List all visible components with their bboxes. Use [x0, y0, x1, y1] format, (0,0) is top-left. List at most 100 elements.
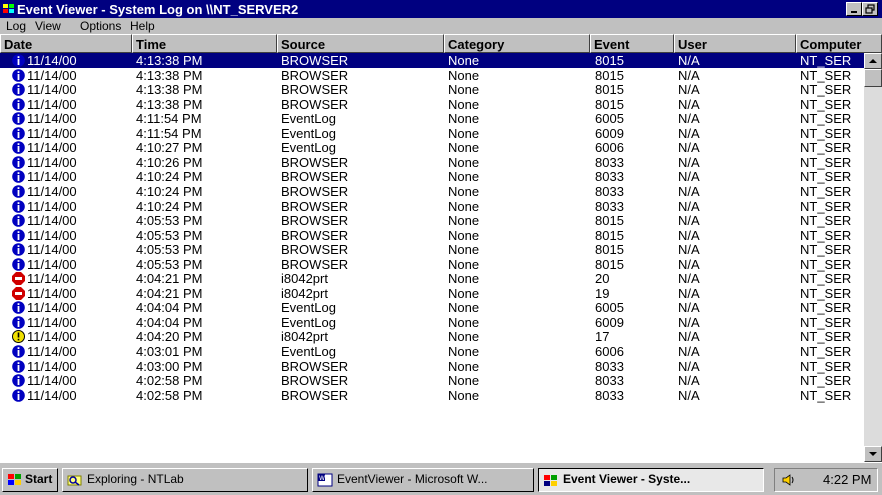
table-row[interactable]: 11/14/00 4:04:04 PM EventLog None 6005 N/A NT_… — [0, 300, 864, 315]
cell-event: 8015 — [595, 53, 624, 68]
cell-source: BROWSER — [281, 154, 349, 170]
table-row[interactable]: 11/14/00 4:13:38 PM BROWSER None 8015 N/A NT_S… — [0, 68, 864, 83]
clock[interactable]: 4:22 PM — [823, 470, 871, 490]
cell-date: 11/14/00 — [27, 256, 77, 272]
taskbar-exploring[interactable]: Exploring - NTLab — [62, 468, 308, 492]
cell-time: 4:11:54 PM — [136, 125, 202, 141]
column-source[interactable]: Source — [277, 34, 444, 53]
info-icon — [12, 388, 25, 402]
event-viewer-app-icon — [3, 4, 14, 13]
cell-source: BROWSER — [281, 169, 349, 185]
cell-date: 11/14/00 — [27, 154, 77, 170]
table-row[interactable]: 11/14/00 4:10:27 PM EventLog None 6006 N/A NT_… — [0, 140, 864, 155]
table-row[interactable]: 11/14/00 4:13:38 PM BROWSER None 8015 N/A NT_S… — [0, 97, 864, 112]
info-icon — [12, 126, 25, 140]
cell-event: 8033 — [595, 184, 624, 199]
cell-user: N/A — [678, 154, 700, 170]
cell-category: None — [448, 96, 480, 112]
info-icon — [12, 170, 25, 184]
cell-user: N/A — [678, 227, 700, 243]
cell-computer: NT_SER — [800, 140, 852, 156]
table-row[interactable]: 11/14/00 4:03:01 PM EventLog None 6006 N/A NT_… — [0, 344, 864, 359]
table-row[interactable]: 11/14/00 4:04:20 PM i8042prt None 17 N/A NT_SE… — [0, 329, 864, 344]
column-time[interactable]: Time — [132, 34, 277, 53]
column-user[interactable]: User — [674, 34, 796, 53]
table-row[interactable]: 11/14/00 4:13:38 PM BROWSER None 8015 N/A NT_S… — [0, 53, 864, 68]
cell-computer: NT_SER — [800, 314, 852, 330]
info-icon — [12, 54, 25, 67]
table-row[interactable]: 11/14/00 4:10:24 PM BROWSER None 8033 N/A NT_S… — [0, 184, 864, 199]
taskbar-event-viewer[interactable]: Event Viewer - Syste... — [538, 468, 764, 492]
cell-user: N/A — [678, 111, 700, 127]
arrow-up-icon — [869, 59, 877, 63]
speaker-icon[interactable] — [781, 473, 797, 487]
column-date[interactable]: Date — [0, 34, 132, 53]
taskbar-word[interactable]: W EventViewer - Microsoft W... — [312, 468, 534, 492]
cell-source: BROWSER — [281, 198, 349, 214]
info-icon — [12, 243, 25, 256]
table-row[interactable]: 11/14/00 4:03:00 PM BROWSER None 8033 N/A NT_S… — [0, 359, 864, 374]
windows-logo-icon — [8, 474, 21, 485]
cell-time: 4:13:38 PM — [136, 53, 203, 68]
vertical-scrollbar[interactable] — [864, 53, 882, 462]
menu-log[interactable]: Log — [6, 19, 26, 33]
cell-category: None — [448, 198, 480, 214]
cell-category: None — [448, 387, 480, 403]
table-row[interactable]: 11/14/00 4:05:53 PM BROWSER None 8015 N/A NT_S… — [0, 228, 864, 243]
maximize-button[interactable] — [862, 2, 878, 16]
menu-help[interactable]: Help — [130, 19, 155, 33]
scroll-thumb[interactable] — [864, 69, 882, 87]
table-row[interactable]: 11/14/00 4:02:58 PM BROWSER None 8033 N/A NT_S… — [0, 373, 864, 388]
cell-source: EventLog — [281, 300, 336, 316]
table-row[interactable]: 11/14/00 4:13:38 PM BROWSER None 8015 N/A NT_S… — [0, 82, 864, 97]
cell-category: None — [448, 242, 480, 258]
cell-event: 8015 — [595, 82, 624, 98]
table-row[interactable]: 11/14/00 4:11:54 PM EventLog None 6009 N/A NT_… — [0, 126, 864, 141]
column-category[interactable]: Category — [444, 34, 590, 53]
cell-user: N/A — [678, 373, 700, 389]
cell-user: N/A — [678, 213, 700, 229]
cell-user: N/A — [678, 256, 700, 272]
minimize-button[interactable] — [846, 2, 862, 16]
cell-source: i8042prt — [281, 285, 328, 301]
cell-category: None — [448, 53, 480, 68]
event-list[interactable]: Date Time Source Category Event User Com… — [0, 34, 882, 462]
cell-date: 11/14/00 — [27, 285, 77, 301]
cell-date: 11/14/00 — [27, 67, 77, 83]
menu-options[interactable]: Options — [80, 19, 121, 33]
info-icon — [12, 141, 25, 155]
cell-time: 4:13:38 PM — [136, 96, 203, 112]
cell-user: N/A — [678, 125, 700, 141]
scroll-up-button[interactable] — [864, 53, 882, 69]
table-row[interactable]: 11/14/00 4:10:24 PM BROWSER None 8033 N/A NT_S… — [0, 199, 864, 214]
table-row[interactable]: 11/14/00 4:10:24 PM BROWSER None 8033 N/A NT_S… — [0, 169, 864, 184]
cell-computer: NT_SER — [800, 358, 852, 374]
warning-icon — [12, 330, 25, 344]
table-row[interactable]: 11/14/00 4:04:21 PM i8042prt None 20 N/A NT_SE… — [0, 271, 864, 286]
cell-computer: NT_SER — [800, 271, 852, 287]
table-row[interactable]: 11/14/00 4:04:04 PM EventLog None 6009 N/A NT_… — [0, 315, 864, 330]
cell-date: 11/14/00 — [27, 213, 77, 229]
cell-computer: NT_SER — [800, 344, 852, 359]
table-row[interactable]: 11/14/00 4:04:21 PM i8042prt None 19 N/A NT_SE… — [0, 286, 864, 301]
scroll-down-button[interactable] — [864, 446, 882, 462]
event-viewer-icon — [544, 475, 557, 486]
taskbar: Start Exploring - NTLab W EventViewer - … — [0, 462, 882, 495]
table-row[interactable]: 11/14/00 4:10:26 PM BROWSER None 8033 N/A NT_S… — [0, 155, 864, 170]
table-row[interactable]: 11/14/00 4:05:53 PM BROWSER None 8015 N/A NT_S… — [0, 213, 864, 228]
table-row[interactable]: 11/14/00 4:05:53 PM BROWSER None 8015 N/A NT_S… — [0, 257, 864, 272]
cell-event: 8015 — [595, 242, 624, 258]
column-event[interactable]: Event — [590, 34, 674, 53]
menu-view[interactable]: View — [35, 19, 61, 33]
info-icon — [12, 68, 25, 82]
cell-date: 11/14/00 — [27, 82, 77, 98]
column-computer[interactable]: Computer — [796, 34, 882, 53]
start-button[interactable]: Start — [2, 468, 58, 492]
cell-computer: NT_SER — [800, 154, 852, 170]
table-row[interactable]: 11/14/00 4:11:54 PM EventLog None 6005 N/A NT_… — [0, 111, 864, 126]
cell-source: BROWSER — [281, 67, 349, 83]
table-row[interactable]: 11/14/00 4:02:58 PM BROWSER None 8033 N/A NT_S… — [0, 388, 864, 403]
cell-computer: NT_SER — [800, 67, 852, 83]
title-bar[interactable]: Event Viewer - System Log on \\NT_SERVER… — [0, 0, 882, 18]
table-row[interactable]: 11/14/00 4:05:53 PM BROWSER None 8015 N/A NT_S… — [0, 242, 864, 257]
